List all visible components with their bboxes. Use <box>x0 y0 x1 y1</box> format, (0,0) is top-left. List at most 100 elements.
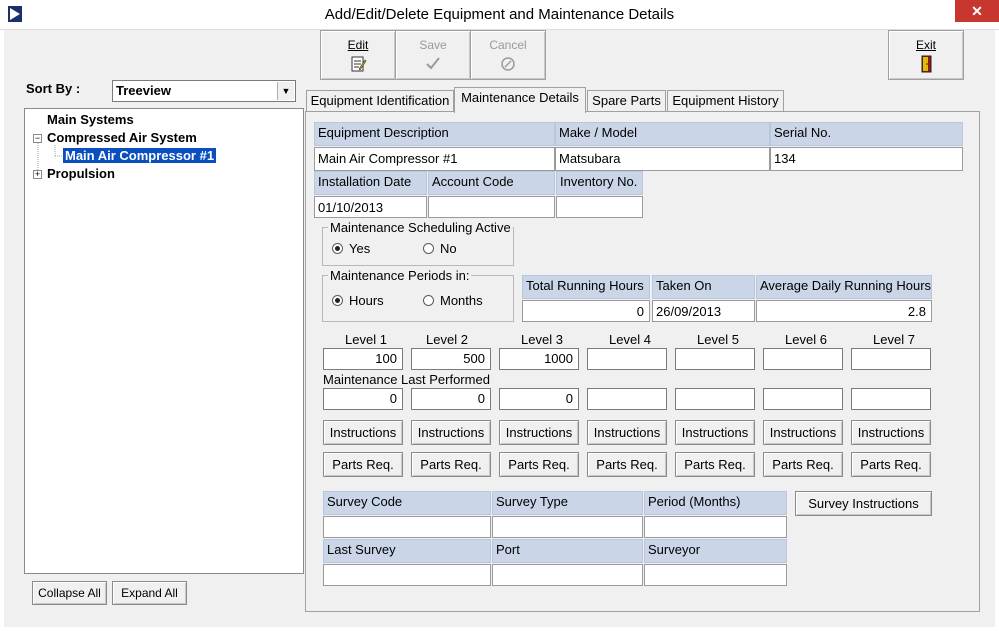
level-5-last-performed-input[interactable] <box>675 388 755 410</box>
close-window-button[interactable]: ✕ <box>955 0 999 22</box>
taken-on-header: Taken On <box>652 275 755 299</box>
level-5-instructions-button[interactable]: Instructions <box>675 420 755 445</box>
tree-item-propulsion[interactable]: Propulsion <box>47 166 115 181</box>
level-7-parts-req-button[interactable]: Parts Req. <box>851 452 931 477</box>
level-7-interval-input[interactable] <box>851 348 931 370</box>
level-4-parts-req-button[interactable]: Parts Req. <box>587 452 667 477</box>
equipment-tree[interactable]: Main Systems − Compressed Air System Mai… <box>24 108 304 574</box>
installation-date-header: Installation Date <box>314 171 427 195</box>
level-4-instructions-button[interactable]: Instructions <box>587 420 667 445</box>
level-3-interval-input[interactable]: 1000 <box>499 348 579 370</box>
periods-months-radio[interactable] <box>423 295 434 306</box>
level-6-last-performed-input[interactable] <box>763 388 843 410</box>
level-1-last-performed-input[interactable]: 0 <box>323 388 403 410</box>
equipment-description-header: Equipment Description <box>314 122 555 146</box>
equipment-description-field[interactable]: Main Air Compressor #1 <box>314 147 555 171</box>
make-model-field[interactable]: Matsubara <box>555 147 770 171</box>
scheduling-yes-radio[interactable] <box>332 243 343 254</box>
level-4-last-performed-input[interactable] <box>587 388 667 410</box>
serial-no-header: Serial No. <box>770 122 963 146</box>
survey-type-field[interactable] <box>492 516 643 538</box>
sort-by-value: Treeview <box>116 83 171 98</box>
scheduling-no-radio[interactable] <box>423 243 434 254</box>
expand-all-button[interactable]: Expand All <box>112 581 187 605</box>
level-7-instructions-button[interactable]: Instructions <box>851 420 931 445</box>
tab-spare-parts[interactable]: Spare Parts <box>587 90 666 112</box>
checkmark-icon <box>424 55 442 73</box>
level-3-last-performed-input[interactable]: 0 <box>499 388 579 410</box>
cancel-button[interactable]: Cancel <box>470 30 546 80</box>
tree-item-compressed-air-system[interactable]: Compressed Air System <box>47 130 197 145</box>
edit-button-label: Edit <box>347 38 369 52</box>
level-6-parts-req-button[interactable]: Parts Req. <box>763 452 843 477</box>
level-2-parts-req-button[interactable]: Parts Req. <box>411 452 491 477</box>
cancel-icon <box>499 55 517 73</box>
surveyor-header: Surveyor <box>644 539 787 563</box>
tab-equipment-history[interactable]: Equipment History <box>667 90 784 112</box>
survey-code-field[interactable] <box>323 516 491 538</box>
last-survey-field[interactable] <box>323 564 491 586</box>
total-running-hours-field[interactable]: 0 <box>522 300 650 322</box>
tab-maintenance-details[interactable]: Maintenance Details <box>454 87 586 113</box>
level-7-label: Level 7 <box>873 332 915 347</box>
scheduling-no-label: No <box>440 241 457 256</box>
save-button-label: Save <box>419 38 447 52</box>
level-5-label: Level 5 <box>697 332 739 347</box>
avg-daily-running-hours-field[interactable]: 2.8 <box>756 300 932 322</box>
sort-by-select[interactable]: Treeview ▼ <box>112 80 296 102</box>
survey-port-header: Port <box>492 539 643 563</box>
level-2-instructions-button[interactable]: Instructions <box>411 420 491 445</box>
expand-icon[interactable]: + <box>33 170 42 179</box>
surveyor-field[interactable] <box>644 564 787 586</box>
periods-hours-label: Hours <box>349 293 384 308</box>
installation-date-field[interactable]: 01/10/2013 <box>314 196 427 218</box>
level-2-interval-input[interactable]: 500 <box>411 348 491 370</box>
survey-code-header: Survey Code <box>323 491 491 515</box>
periods-hours-radio[interactable] <box>332 295 343 306</box>
taken-on-field[interactable]: 26/09/2013 <box>652 300 755 322</box>
collapse-icon[interactable]: − <box>33 134 42 143</box>
level-1-label: Level 1 <box>345 332 387 347</box>
chevron-down-icon[interactable]: ▼ <box>277 82 294 100</box>
survey-port-field[interactable] <box>492 564 643 586</box>
level-1-interval-input[interactable]: 100 <box>323 348 403 370</box>
level-2-last-performed-input[interactable]: 0 <box>411 388 491 410</box>
survey-period-field[interactable] <box>644 516 787 538</box>
exit-button[interactable]: Exit <box>888 30 964 80</box>
cancel-button-label: Cancel <box>489 38 527 52</box>
level-3-parts-req-button[interactable]: Parts Req. <box>499 452 579 477</box>
scheduling-yes-label: Yes <box>349 241 371 256</box>
level-1-parts-req-button[interactable]: Parts Req. <box>323 452 403 477</box>
survey-type-header: Survey Type <box>492 491 643 515</box>
tab-equipment-identification[interactable]: Equipment Identification <box>306 90 454 112</box>
avg-daily-running-hours-header: Average Daily Running Hours <box>756 275 932 299</box>
level-4-label: Level 4 <box>609 332 651 347</box>
level-5-interval-input[interactable] <box>675 348 755 370</box>
inventory-no-field[interactable] <box>556 196 643 218</box>
account-code-field[interactable] <box>428 196 555 218</box>
save-button[interactable]: Save <box>395 30 471 80</box>
level-6-instructions-button[interactable]: Instructions <box>763 420 843 445</box>
last-performed-label: Maintenance Last Performed <box>323 372 490 387</box>
tree-item-label: Compressed Air System <box>47 130 197 145</box>
tree-item-main-air-compressor[interactable]: Main Air Compressor #1 <box>63 148 217 163</box>
total-running-hours-header: Total Running Hours <box>522 275 650 299</box>
survey-period-header: Period (Months) <box>644 491 787 515</box>
level-3-instructions-button[interactable]: Instructions <box>499 420 579 445</box>
last-survey-header: Last Survey <box>323 539 491 563</box>
scheduling-active-title: Maintenance Scheduling Active <box>328 220 513 235</box>
level-6-interval-input[interactable] <box>763 348 843 370</box>
tree-item-main-systems[interactable]: Main Systems <box>47 112 134 127</box>
make-model-header: Make / Model <box>555 122 770 146</box>
survey-instructions-button[interactable]: Survey Instructions <box>795 491 932 516</box>
level-4-interval-input[interactable] <box>587 348 667 370</box>
level-7-last-performed-input[interactable] <box>851 388 931 410</box>
level-5-parts-req-button[interactable]: Parts Req. <box>675 452 755 477</box>
level-1-instructions-button[interactable]: Instructions <box>323 420 403 445</box>
periods-title: Maintenance Periods in: <box>328 268 472 283</box>
edit-button[interactable]: Edit <box>320 30 396 80</box>
inventory-no-header: Inventory No. <box>556 171 643 195</box>
collapse-all-button[interactable]: Collapse All <box>32 581 107 605</box>
serial-no-field[interactable]: 134 <box>770 147 963 171</box>
tree-item-label: Main Air Compressor #1 <box>63 148 217 163</box>
